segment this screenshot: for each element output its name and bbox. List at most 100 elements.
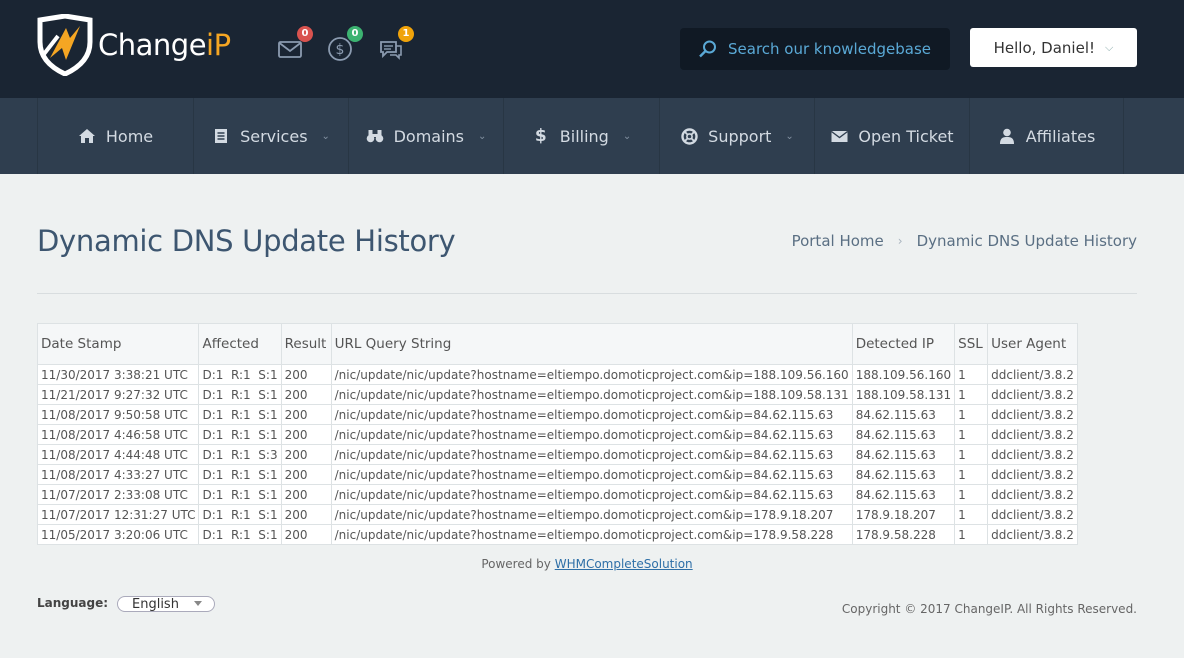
table-cell: 200 [280, 384, 332, 405]
nav-item-home[interactable]: Home [38, 98, 194, 174]
table-header-row: Date Stamp Affected Result URL Query Str… [36, 323, 1079, 365]
shield-logo-icon [37, 14, 93, 76]
table-cell: 11/05/2017 3:20:06 UTC [36, 524, 200, 545]
table-cell: 84.62.115.63 [851, 464, 956, 485]
table-cell: 200 [280, 464, 332, 485]
table-cell: /nic/update/nic/update?hostname=eltiempo… [330, 524, 853, 545]
table-cell: D:1 R:1 S:1 [198, 404, 282, 425]
chat-badge: 1 [398, 26, 414, 42]
dollar-badge: 0 [347, 26, 363, 42]
table-cell: ddclient/3.8.2 [987, 384, 1079, 405]
table-cell: D:1 R:1 S:1 [198, 464, 282, 485]
brand-name-main: Change [98, 28, 207, 62]
table-cell: 178.9.18.207 [851, 504, 956, 525]
list-icon [212, 127, 230, 145]
table-cell: D:1 R:1 S:1 [198, 384, 282, 405]
table-cell: /nic/update/nic/update?hostname=eltiempo… [330, 404, 853, 425]
table-row: 11/08/2017 4:44:48 UTC D:1 R:1 S:3 200/nic… [36, 444, 1079, 465]
divider [37, 293, 1137, 294]
column-header: Affected [198, 323, 282, 365]
table-cell: 11/07/2017 12:31:27 UTC [36, 504, 200, 525]
table-row: 11/05/2017 3:20:06 UTC D:1 R:1 S:1 200/nic… [36, 524, 1079, 545]
table-cell: /nic/update/nic/update?hostname=eltiempo… [330, 484, 853, 505]
table-cell: 1 [954, 444, 989, 465]
table-row: 11/07/2017 12:31:27 UTC D:1 R:1 S:1 200/ni… [36, 504, 1079, 525]
table-cell: 11/08/2017 4:33:27 UTC [36, 464, 200, 485]
dropdown-arrow-icon [194, 601, 202, 606]
nav-label: Domains [393, 126, 465, 146]
mail-icon[interactable]: 0 [277, 26, 313, 62]
changeip-logo[interactable]: ChangeiP [36, 14, 236, 76]
table-cell: 11/07/2017 2:33:08 UTC [36, 484, 200, 505]
lifebuoy-icon [680, 127, 698, 145]
table-cell: /nic/update/nic/update?hostname=eltiempo… [330, 424, 853, 445]
table-cell: 84.62.115.63 [851, 424, 956, 445]
table-cell: D:1 R:1 S:3 [198, 444, 282, 465]
table-cell: 200 [280, 364, 332, 385]
svg-text:$: $ [336, 42, 345, 58]
dollar-icon[interactable]: $ 0 [327, 26, 363, 62]
table-cell: /nic/update/nic/update?hostname=eltiempo… [330, 504, 853, 525]
table-cell: 84.62.115.63 [851, 484, 956, 505]
table-cell: ddclient/3.8.2 [987, 444, 1079, 465]
nav-item-affiliates[interactable]: Affiliates [970, 98, 1124, 174]
table-row: 11/21/2017 9:27:32 UTC D:1 R:1 S:1 200/nic… [36, 384, 1079, 405]
chevron-down-icon: ⌄ [478, 130, 487, 142]
table-cell: 84.62.115.63 [851, 404, 956, 425]
table-cell: ddclient/3.8.2 [987, 404, 1079, 425]
table-cell: 1 [954, 464, 989, 485]
table-cell: 1 [954, 364, 989, 385]
nav-label: Home [105, 126, 154, 146]
nav-item-open-ticket[interactable]: Open Ticket [815, 98, 970, 174]
table-cell: 11/30/2017 3:38:21 UTC [36, 364, 200, 385]
language-select[interactable]: English [117, 596, 215, 612]
chevron-down-icon: ⌄ [622, 130, 632, 142]
chevron-down-icon: ⌵ [1105, 40, 1114, 54]
brand-name: ChangeiP [98, 28, 231, 62]
whmcs-link[interactable]: WHMCompleteSolution [555, 557, 693, 571]
nav-item-domains[interactable]: Domains ⌄ [349, 98, 504, 174]
table-cell: 1 [954, 524, 989, 545]
user-icon [998, 127, 1016, 145]
table-cell: ddclient/3.8.2 [987, 364, 1079, 385]
page-title: Dynamic DNS Update History [37, 224, 456, 258]
table-cell: ddclient/3.8.2 [987, 504, 1079, 525]
chat-icon[interactable]: 1 [378, 26, 414, 62]
search-input[interactable] [728, 40, 938, 58]
nav-label: Open Ticket [858, 126, 954, 146]
main-navbar: Home Services ⌄ Domains ⌄ $ Billing ⌄ Su… [0, 98, 1184, 174]
table-cell: ddclient/3.8.2 [987, 464, 1079, 485]
dollar-icon: $ [534, 126, 547, 146]
table-cell: 200 [280, 444, 332, 465]
table-cell: 84.62.115.63 [851, 444, 956, 465]
table-cell: D:1 R:1 S:1 [198, 364, 282, 385]
nav-item-services[interactable]: Services ⌄ [194, 98, 349, 174]
knowledgebase-search[interactable] [680, 28, 950, 70]
column-header: Date Stamp [36, 323, 200, 365]
column-header: Result [280, 323, 332, 365]
table-cell: D:1 R:1 S:1 [198, 484, 282, 505]
breadcrumb-portal-home[interactable]: Portal Home [792, 232, 884, 250]
table-body: 11/30/2017 3:38:21 UTC D:1 R:1 S:1 200/nic… [36, 364, 1079, 545]
chevron-right-icon: › [897, 234, 903, 248]
table-row: 11/08/2017 4:46:58 UTC D:1 R:1 S:1 200/nic… [36, 424, 1079, 445]
column-header: User Agent [987, 323, 1079, 365]
nav-label: Billing [559, 126, 609, 146]
nav-item-support[interactable]: Support ⌄ [660, 98, 815, 174]
envelope-icon [830, 127, 848, 145]
user-menu-button[interactable]: Hello, Daniel! ⌵ [970, 28, 1137, 67]
table-cell: 188.109.58.131 [851, 384, 956, 405]
table-cell: D:1 R:1 S:1 [198, 504, 282, 525]
table-cell: 200 [280, 424, 332, 445]
user-greeting: Hello, Daniel! [993, 38, 1096, 57]
nav-item-billing[interactable]: $ Billing ⌄ [504, 98, 660, 174]
table-cell: 1 [954, 484, 989, 505]
home-icon [78, 127, 96, 145]
search-icon [699, 40, 716, 58]
powered-by: Powered by WHMCompleteSolution [0, 557, 1174, 571]
table-cell: /nic/update/nic/update?hostname=eltiempo… [330, 364, 853, 385]
nav-menu: Home Services ⌄ Domains ⌄ $ Billing ⌄ Su… [37, 98, 1124, 174]
table-row: 11/08/2017 4:33:27 UTC D:1 R:1 S:1 200/nic… [36, 464, 1079, 485]
powered-by-text: Powered by [481, 557, 555, 571]
breadcrumb-current: Dynamic DNS Update History [916, 232, 1137, 250]
